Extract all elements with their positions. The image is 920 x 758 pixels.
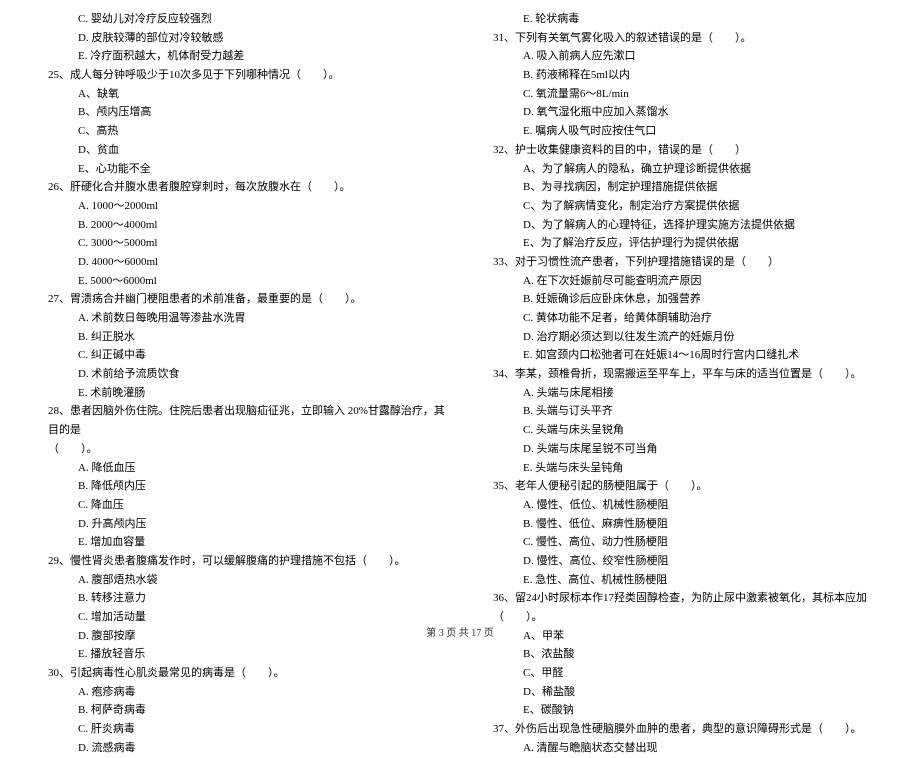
question-option: D、稀盐酸: [475, 683, 890, 702]
question-option: C、为了解病情变化，制定治疗方案提供依据: [475, 197, 890, 216]
question-option: C. 黄体功能不足者，给黄体酮辅助治疗: [475, 309, 890, 328]
question-option: E. 5000～6000ml: [30, 272, 445, 291]
question-stem: 28、患者因脑外伤住院。住院后患者出现脑疝征兆，立即输入 20%甘露醇治疗，其目…: [30, 402, 445, 439]
question-option: C. 婴幼儿对冷疗反应较强烈: [30, 10, 445, 29]
question-option: D. 皮肤较薄的部位对冷较敏感: [30, 29, 445, 48]
question-option: A. 降低血压: [30, 459, 445, 478]
question-option: A. 慢性、低位、机械性肠梗阻: [475, 496, 890, 515]
question-option: C. 3000～5000ml: [30, 234, 445, 253]
question-option: D. 流感病毒: [30, 739, 445, 758]
question-option: A. 在下次妊娠前尽可能查明流产原因: [475, 272, 890, 291]
question-option: A. 腹部焐热水袋: [30, 571, 445, 590]
question-option: D、为了解病人的心理特征，选择护理实施方法提供依据: [475, 216, 890, 235]
question-option: B、为寻找病因，制定护理措施提供依据: [475, 178, 890, 197]
question-option: D. 治疗期必须达到以往发生流产的妊娠月份: [475, 328, 890, 347]
question-option: B. 转移注意力: [30, 589, 445, 608]
question-option: C. 慢性、高位、动力性肠梗阻: [475, 533, 890, 552]
question-stem: 32、护士收集健康资料的目的中，错误的是（ ）: [475, 141, 890, 160]
question-stem: 26、肝硬化合并腹水患者腹腔穿刺时，每次放腹水在（ ）。: [30, 178, 445, 197]
question-option: A. 清醒与瞻脑状态交替出现: [475, 739, 890, 758]
question-option: C. 肝炎病毒: [30, 720, 445, 739]
question-option: C. 头端与床头呈锐角: [475, 421, 890, 440]
question-option: B. 药液稀释在5ml以内: [475, 66, 890, 85]
question-option: E. 播放轻音乐: [30, 645, 445, 664]
question-option: C、高热: [30, 122, 445, 141]
question-stem: 27、胃溃疡合并幽门梗阻患者的术前准备，最重要的是（ ）。: [30, 290, 445, 309]
question-stem: 33、对于习惯性流产患者，下列护理措施错误的是（ ）: [475, 253, 890, 272]
question-option: E. 冷疗面积越大，机体耐受力越差: [30, 47, 445, 66]
question-option: A. 疱疹病毒: [30, 683, 445, 702]
question-option: C. 增加活动量: [30, 608, 445, 627]
question-option: B、颅内压增高: [30, 103, 445, 122]
question-option: B. 头端与订头平齐: [475, 402, 890, 421]
question-option: E、心功能不全: [30, 160, 445, 179]
question-option: B. 妊娠确诊后应卧床休息，加强营养: [475, 290, 890, 309]
question-option: E. 如宫颈内口松弛者可在妊娠14～16周时行宫内口缝扎术: [475, 346, 890, 365]
two-column-layout: C. 婴幼儿对冷疗反应较强烈D. 皮肤较薄的部位对冷较敏感E. 冷疗面积越大，机…: [30, 10, 890, 605]
question-option: D. 慢性、高位、绞窄性肠梗阻: [475, 552, 890, 571]
question-option: D、贫血: [30, 141, 445, 160]
question-option: D. 术前给予流质饮食: [30, 365, 445, 384]
question-stem: 36、留24小时尿标本作17羟类固醇检查，为防止尿中激素被氧化，其标本应加（ ）…: [475, 589, 890, 626]
right-column: E. 轮状病毒31、下列有关氧气雾化吸入的叙述错误的是（ ）。A. 吸入前病人应…: [475, 10, 890, 605]
question-option: D. 氧气湿化瓶中应加入蒸馏水: [475, 103, 890, 122]
question-stem: 25、成人每分钟呼吸少于10次多见于下列哪种情况（ ）。: [30, 66, 445, 85]
question-option: D. 升高颅内压: [30, 515, 445, 534]
question-option: C. 降血压: [30, 496, 445, 515]
question-option: B. 慢性、低位、麻痹性肠梗阻: [475, 515, 890, 534]
question-stem-continued: （ ）。: [30, 440, 445, 459]
question-option: E. 增加血容量: [30, 533, 445, 552]
question-stem: 37、外伤后出现急性硬脑膜外血肿的患者，典型的意识障碍形式是（ ）。: [475, 720, 890, 739]
question-option: A. 头端与床尾相接: [475, 384, 890, 403]
question-option: E. 头端与床头呈钝角: [475, 459, 890, 478]
question-option: E、碳酸钠: [475, 701, 890, 720]
question-option: B. 纠正脱水: [30, 328, 445, 347]
question-option: A. 术前数日每晚用温等渗盐水洗胃: [30, 309, 445, 328]
question-option: E. 术前晚灌肠: [30, 384, 445, 403]
question-option: E. 轮状病毒: [475, 10, 890, 29]
question-stem: 34、李某，颈椎骨折，现需搬运至平车上，平车与床的适当位置是（ ）。: [475, 365, 890, 384]
question-option: C. 氧流量需6～8L/min: [475, 85, 890, 104]
question-stem: 30、引起病毒性心肌炎最常见的病毒是（ ）。: [30, 664, 445, 683]
question-option: D. 头端与床尾呈锐不可当角: [475, 440, 890, 459]
question-option: A. 1000～2000ml: [30, 197, 445, 216]
question-option: A、缺氧: [30, 85, 445, 104]
question-stem: 35、老年人便秘引起的肠梗阻属于（ ）。: [475, 477, 890, 496]
page-footer: 第 3 页 共 17 页: [0, 625, 920, 642]
question-option: B. 降低颅内压: [30, 477, 445, 496]
question-option: C. 纠正碱中毒: [30, 346, 445, 365]
left-column: C. 婴幼儿对冷疗反应较强烈D. 皮肤较薄的部位对冷较敏感E. 冷疗面积越大，机…: [30, 10, 445, 605]
question-option: D. 4000～6000ml: [30, 253, 445, 272]
question-option: B. 2000～4000ml: [30, 216, 445, 235]
question-option: E. 急性、高位、机械性肠梗阻: [475, 571, 890, 590]
question-option: E. 嘱病人吸气时应按住气口: [475, 122, 890, 141]
question-stem: 29、慢性肾炎患者腹痛发作时，可以缓解腹痛的护理措施不包括（ ）。: [30, 552, 445, 571]
question-option: A. 吸入前病人应先漱口: [475, 47, 890, 66]
question-stem: 31、下列有关氧气雾化吸入的叙述错误的是（ ）。: [475, 29, 890, 48]
question-option: B. 柯萨奇病毒: [30, 701, 445, 720]
question-option: B、浓盐酸: [475, 645, 890, 664]
question-option: A、为了解病人的隐私，确立护理诊断提供依据: [475, 160, 890, 179]
question-option: C、甲醛: [475, 664, 890, 683]
question-option: E、为了解治疗反应，评估护理行为提供依据: [475, 234, 890, 253]
